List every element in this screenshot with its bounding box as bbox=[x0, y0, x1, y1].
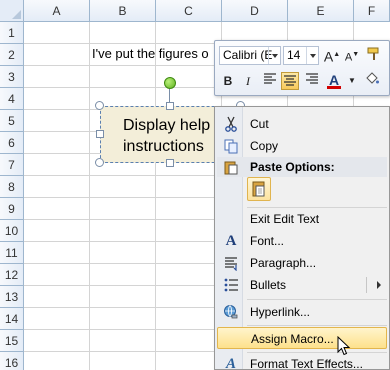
paragraph-icon bbox=[223, 255, 239, 272]
menu-item-hyperlink[interactable]: Hyperlink... bbox=[217, 301, 387, 323]
bold-button[interactable]: B bbox=[219, 72, 237, 90]
menu-item-bullets[interactable]: Bullets bbox=[217, 274, 387, 296]
submenu-divider bbox=[366, 277, 367, 293]
column-header-d[interactable]: D bbox=[222, 0, 288, 22]
resize-handle-left[interactable] bbox=[96, 130, 104, 138]
font-color-button[interactable]: A bbox=[325, 71, 343, 89]
select-all-corner[interactable] bbox=[0, 0, 24, 22]
font-name-combo[interactable]: Calibri (E bbox=[219, 46, 281, 65]
row-header-13[interactable]: 13 bbox=[0, 286, 24, 308]
font-size-combo[interactable]: 14 bbox=[283, 46, 319, 65]
text-box-text[interactable]: Display help instructions bbox=[123, 115, 210, 157]
menu-item-assign-macro[interactable]: Assign Macro... bbox=[217, 327, 387, 349]
resize-handle-bottom-left[interactable] bbox=[95, 158, 104, 167]
font-color-dropdown[interactable]: ▼ bbox=[343, 72, 361, 90]
menu-item-label: Font... bbox=[250, 234, 285, 248]
row-header-3[interactable]: 3 bbox=[0, 66, 24, 88]
format-painter-button[interactable] bbox=[365, 46, 383, 64]
menu-item-copy[interactable]: Copy bbox=[217, 135, 387, 157]
menu-separator bbox=[247, 299, 387, 300]
text-effects-icon: A bbox=[225, 356, 236, 370]
chevron-down-icon[interactable] bbox=[268, 47, 280, 64]
clipboard-icon bbox=[223, 159, 239, 181]
menu-item-label: Paragraph... bbox=[250, 256, 317, 270]
rotation-handle[interactable] bbox=[164, 77, 176, 89]
column-header-f[interactable]: F bbox=[354, 0, 390, 22]
menu-item-label: Exit Edit Text bbox=[250, 212, 320, 226]
paste-options-label: Paste Options: bbox=[250, 160, 335, 174]
column-header-a[interactable]: A bbox=[24, 0, 90, 22]
row-header-4[interactable]: 4 bbox=[0, 88, 24, 110]
menu-item-exit-edit-text[interactable]: Exit Edit Text bbox=[217, 208, 387, 230]
row-header-7[interactable]: 7 bbox=[0, 154, 24, 176]
clipboard-icon bbox=[252, 181, 265, 197]
row-header-8[interactable]: 8 bbox=[0, 176, 24, 198]
chevron-down-icon[interactable] bbox=[306, 47, 318, 64]
menu-item-paragraph[interactable]: Paragraph... bbox=[217, 252, 387, 274]
fill-color-button[interactable] bbox=[363, 71, 381, 89]
hyperlink-icon bbox=[223, 304, 239, 320]
shrink-font-button[interactable]: A▼ bbox=[343, 46, 361, 64]
align-center-button[interactable] bbox=[281, 72, 299, 90]
cell-b2-text[interactable]: I've put the figures o bbox=[92, 44, 209, 66]
grow-font-button[interactable]: A▲ bbox=[323, 46, 341, 65]
font-icon: A bbox=[225, 233, 237, 249]
paint-bucket-icon bbox=[366, 72, 379, 84]
row-header-2[interactable]: 2 bbox=[0, 44, 24, 66]
bullets-icon bbox=[223, 277, 239, 293]
align-left-button[interactable] bbox=[261, 72, 279, 90]
menu-item-label: Hyperlink... bbox=[250, 305, 311, 319]
row-header-16[interactable]: 16 bbox=[0, 352, 24, 370]
column-header-e[interactable]: E bbox=[288, 0, 354, 22]
row-header-11[interactable]: 11 bbox=[0, 242, 24, 264]
column-header-b[interactable]: B bbox=[90, 0, 156, 22]
mini-toolbar: Calibri (E 14 A▲ A▼ B I A ▼ bbox=[214, 40, 390, 96]
resize-handle-top[interactable] bbox=[166, 102, 174, 110]
context-menu: Cut Copy Paste Options: Exit Edit Text A… bbox=[214, 106, 390, 370]
menu-item-format-text-effects[interactable]: A Format Text Effects... bbox=[217, 353, 387, 370]
grow-font-icon: A bbox=[323, 48, 334, 65]
menu-item-label: Copy bbox=[250, 139, 279, 153]
menu-item-font[interactable]: A Font... bbox=[217, 230, 387, 252]
row-header-15[interactable]: 15 bbox=[0, 330, 24, 352]
paste-keep-text-only-button[interactable] bbox=[247, 177, 271, 201]
row-header-10[interactable]: 10 bbox=[0, 220, 24, 242]
row-header-1[interactable]: 1 bbox=[0, 22, 24, 44]
row-header-12[interactable]: 12 bbox=[0, 264, 24, 286]
copy-icon bbox=[223, 138, 239, 154]
row-header-9[interactable]: 9 bbox=[0, 198, 24, 220]
paintbrush-icon bbox=[367, 47, 379, 60]
menu-item-label: Bullets bbox=[250, 278, 287, 292]
menu-separator bbox=[247, 325, 387, 326]
menu-item-label: Cut bbox=[250, 117, 269, 131]
resize-handle-top-left[interactable] bbox=[95, 101, 104, 110]
column-header-c[interactable]: C bbox=[156, 0, 222, 22]
paste-options-header: Paste Options: bbox=[217, 157, 387, 177]
scissors-icon bbox=[223, 116, 239, 132]
row-header-6[interactable]: 6 bbox=[0, 132, 24, 154]
resize-handle-bottom[interactable] bbox=[166, 159, 174, 167]
font-size-value: 14 bbox=[287, 48, 301, 62]
mouse-cursor-icon bbox=[337, 336, 351, 356]
align-center-icon bbox=[284, 75, 296, 86]
font-color-swatch bbox=[327, 86, 341, 89]
menu-item-cut[interactable]: Cut bbox=[217, 113, 387, 135]
align-right-button[interactable] bbox=[303, 72, 321, 90]
italic-button[interactable]: I bbox=[239, 72, 257, 90]
font-name-value: Calibri (E bbox=[223, 48, 273, 62]
submenu-arrow-icon[interactable] bbox=[377, 281, 381, 289]
align-right-icon bbox=[306, 73, 318, 84]
menu-item-label: Assign Macro... bbox=[251, 332, 334, 346]
align-left-icon bbox=[264, 73, 276, 84]
row-header-14[interactable]: 14 bbox=[0, 308, 24, 330]
row-header-5[interactable]: 5 bbox=[0, 110, 24, 132]
